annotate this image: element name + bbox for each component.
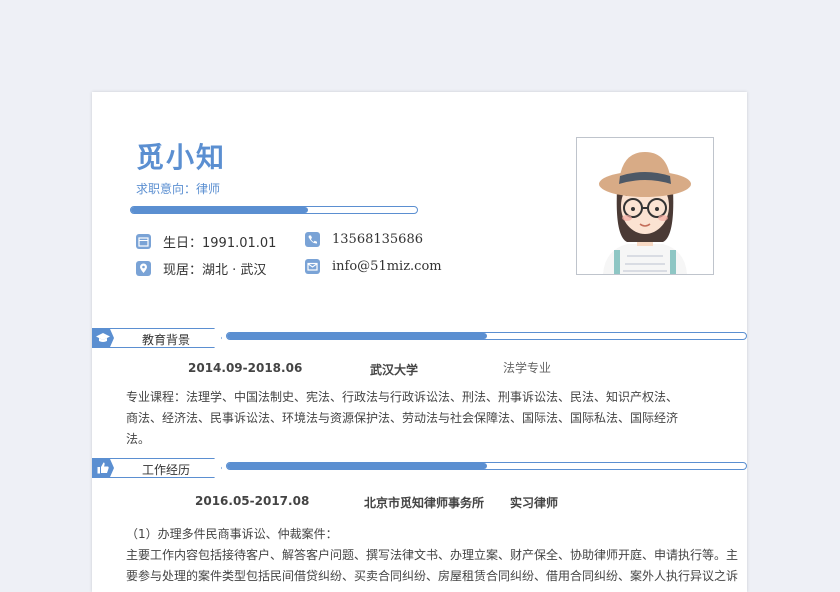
work-company: 北京市觅知律师事务所: [364, 496, 485, 510]
work-section-header: 工作经历: [92, 458, 747, 480]
location-pin-icon: [136, 261, 151, 276]
avatar-illustration: [599, 152, 691, 274]
residence-row: 现居：湖北 · 武汉: [136, 259, 266, 278]
birthday-row: 生日：1991.01.01: [136, 232, 276, 251]
education-title: 教育背景: [142, 333, 191, 347]
work-divider-bar: [226, 462, 747, 470]
birthday-text: 生日：1991.01.01: [163, 236, 277, 251]
work-description: （1）办理多件民商事诉讼、仲裁案件： 主要工作内容包括接待客户、解答客户问题、撰…: [126, 527, 739, 583]
graduation-cap-icon: [92, 328, 114, 348]
work-period: 2016.05-2017.08: [195, 494, 310, 508]
thumbs-up-icon: [92, 458, 114, 478]
intent-progress-bar: [130, 206, 418, 214]
intent-progress-fill: [131, 207, 309, 213]
education-section-header: 教育背景: [92, 328, 747, 350]
education-major: 法学专业: [503, 361, 552, 375]
education-courses: 专业课程：法理学、中国法制史、宪法、行政法与行政诉讼法、刑法、刑事诉讼法、民法、…: [126, 390, 679, 446]
resume-page: 觅小知 求职意向：律师 生日：1991.01.01 13568135686 现居…: [92, 92, 747, 592]
phone-icon: [305, 232, 320, 247]
work-position: 实习律师: [510, 496, 559, 510]
education-school: 武汉大学: [370, 363, 419, 377]
profile-photo: [576, 137, 714, 275]
job-intent: 求职意向：律师: [136, 182, 221, 196]
email-text: info@51miz.com: [332, 259, 442, 274]
phone-row: 13568135686: [305, 232, 423, 247]
calendar-icon: [136, 234, 151, 249]
work-title: 工作经历: [142, 463, 191, 477]
education-divider-bar: [226, 332, 747, 340]
residence-text: 现居：湖北 · 武汉: [163, 263, 267, 278]
envelope-icon: [305, 259, 320, 274]
education-period: 2014.09-2018.06: [188, 361, 303, 375]
email-row: info@51miz.com: [305, 259, 442, 274]
candidate-name: 觅小知: [136, 141, 227, 174]
phone-text: 13568135686: [332, 232, 423, 247]
